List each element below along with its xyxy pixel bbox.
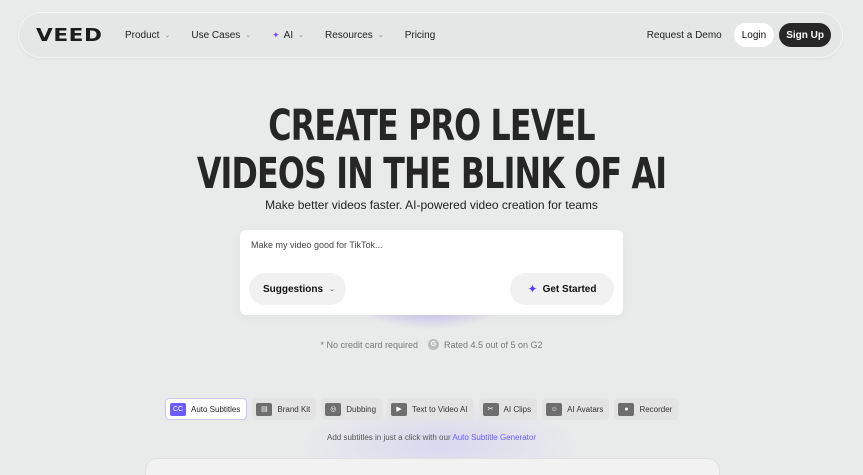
- no-credit-card-note: * No credit card required: [320, 339, 418, 350]
- get-started-button[interactable]: ✦ Get Started: [510, 273, 614, 305]
- tab-label: Auto Subtitles: [191, 404, 241, 414]
- nav-item-product[interactable]: Product ⌄: [125, 12, 170, 58]
- tab-label: AI Avatars: [567, 404, 604, 414]
- tab-label: Brand Kit: [277, 404, 311, 414]
- veed-logo[interactable]: VEED: [36, 25, 103, 46]
- feature-caption: Add subtitles in just a click with our A…: [0, 433, 863, 442]
- hero-title-line: CREATE PRO LEVEL: [268, 101, 595, 151]
- nav-item-pricing[interactable]: Pricing: [405, 12, 436, 58]
- g2-icon: G: [427, 339, 439, 350]
- nav-item-use-cases[interactable]: Use Cases ⌄: [191, 12, 251, 58]
- tab-label: Recorder: [639, 404, 673, 414]
- subtitles-icon: CC: [170, 402, 186, 416]
- trust-row: * No credit card required G Rated 4.5 ou…: [0, 339, 863, 350]
- tab-label: Dubbing: [346, 404, 377, 414]
- suggestions-dropdown[interactable]: Suggestions ⌄: [249, 273, 346, 305]
- tab-ai-clips[interactable]: ✂ AI Clips: [478, 398, 538, 420]
- text-to-video-icon: ▶: [391, 402, 408, 416]
- nav-item-label: Resources: [325, 29, 373, 41]
- tab-dubbing[interactable]: ◎ Dubbing: [321, 398, 383, 420]
- chevron-down-icon: ⌄: [164, 32, 171, 39]
- nav-item-ai[interactable]: ✦ AI ⌄: [272, 12, 304, 58]
- suggestions-label: Suggestions: [263, 283, 324, 295]
- chevron-down-icon: ⌄: [245, 32, 252, 39]
- feature-preview-card: [145, 458, 720, 475]
- feature-tabs: CC Auto Subtitles ▤ Brand Kit ◎ Dubbing ▶ Text …: [165, 398, 679, 420]
- hero-title: CREATE PRO LEVEL VIDEOS IN THE BLINK OF …: [0, 102, 863, 198]
- g2-rating: Rated 4.5 out of 5 on G2: [443, 339, 543, 350]
- nav-links: Product ⌄ Use Cases ⌄ ✦ AI ⌄ Resources ⌄…: [125, 12, 456, 58]
- recorder-icon: ●: [618, 402, 635, 416]
- feature-caption-text: Add subtitles in just a click with our: [327, 433, 453, 442]
- hero-subtitle: Make better videos faster. AI-powered vi…: [265, 198, 598, 212]
- tab-ai-avatars[interactable]: ☺ AI Avatars: [542, 398, 610, 420]
- avatar-icon: ☺: [546, 402, 563, 416]
- nav-actions: Request a Demo Login Sign Up: [647, 12, 831, 58]
- tab-recorder[interactable]: ● Recorder: [614, 398, 679, 420]
- tab-label: AI Clips: [503, 404, 532, 414]
- tab-brand-kit[interactable]: ▤ Brand Kit: [252, 398, 317, 420]
- dubbing-icon: ◎: [325, 402, 342, 416]
- sparkle-icon: ✦: [527, 282, 538, 296]
- chevron-down-icon: ⌄: [298, 32, 304, 39]
- prompt-card: Suggestions ⌄ ✦ Get Started: [240, 230, 623, 315]
- signup-button[interactable]: Sign Up: [779, 23, 831, 47]
- brand-kit-icon: ▤: [256, 402, 273, 416]
- nav-item-label: Product: [125, 29, 160, 41]
- tab-auto-subtitles[interactable]: CC Auto Subtitles: [165, 398, 248, 420]
- auto-subtitle-link[interactable]: Auto Subtitle Generator: [452, 433, 536, 442]
- nav-item-label: AI: [283, 29, 294, 41]
- prompt-input[interactable]: [251, 240, 611, 250]
- login-button[interactable]: Login: [733, 23, 775, 47]
- nav-item-resources[interactable]: Resources ⌄: [325, 12, 384, 58]
- tab-text-to-video-ai[interactable]: ▶ Text to Video AI: [387, 398, 474, 420]
- request-demo-link[interactable]: Request a Demo: [647, 30, 722, 41]
- chevron-down-icon: ⌄: [329, 286, 335, 293]
- chevron-down-icon: ⌄: [377, 32, 384, 39]
- hero-title-line: VIDEOS IN THE BLINK OF AI: [196, 149, 667, 199]
- top-navbar: VEED Product ⌄ Use Cases ⌄ ✦ AI ⌄ Resour…: [18, 12, 843, 58]
- sparkle-icon: ✦: [272, 29, 280, 40]
- nav-item-label: Pricing: [404, 29, 436, 41]
- tab-label: Text to Video AI: [412, 404, 468, 414]
- get-started-label: Get Started: [542, 283, 597, 295]
- clips-icon: ✂: [482, 402, 499, 416]
- nav-item-label: Use Cases: [191, 29, 241, 41]
